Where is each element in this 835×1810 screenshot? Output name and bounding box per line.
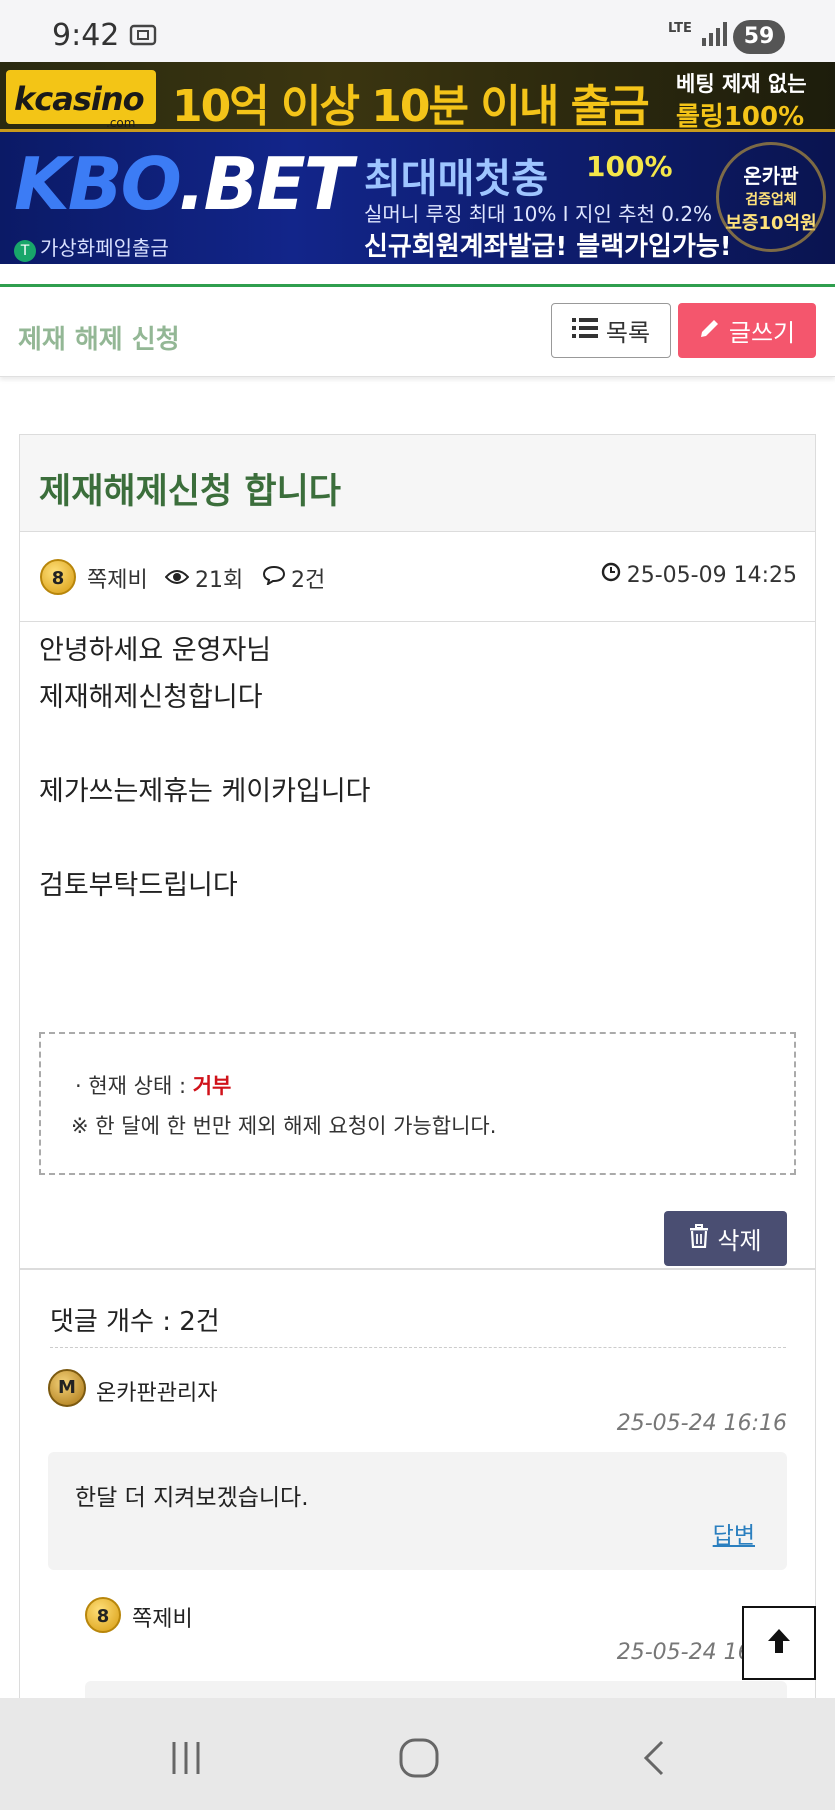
admin-badge-icon: M xyxy=(48,1369,86,1407)
battery-indicator: 59 xyxy=(733,20,785,54)
signal-icon xyxy=(700,20,728,52)
comment-text: 한달 더 지켜보겠습니다. xyxy=(75,1485,309,1511)
pencil-icon xyxy=(699,317,721,345)
banner-right-line1: 베팅 제재 없는 xyxy=(676,72,807,96)
delete-button[interactable]: 삭제 xyxy=(664,1211,787,1266)
comment-bubble: 한달 더 지켜보겠습니다. 답변 xyxy=(48,1452,787,1570)
list-button[interactable]: 목록 xyxy=(551,303,671,358)
content-line xyxy=(39,721,799,768)
ad-banner-kcasino[interactable]: kcasino .com 10억 이상 10분 이내 출금 베팅 제재 없는 롤… xyxy=(0,62,835,132)
eye-icon xyxy=(164,566,190,591)
write-button[interactable]: 글쓰기 xyxy=(678,303,816,358)
network-type: LTE xyxy=(668,21,692,36)
status-time: 9:42 xyxy=(52,18,120,53)
kbobet-logo: KBO.BET xyxy=(14,142,353,226)
status-note: ※ 한 달에 한 번만 제외 해제 요청이 가능합니다. xyxy=(71,1114,497,1138)
banner-headline: 10억 이상 10분 이내 출금 xyxy=(172,81,650,132)
content-line: 제재해제신청합니다 xyxy=(39,682,263,713)
level-badge-icon: 8 xyxy=(40,559,76,595)
t-coin-icon: T xyxy=(14,240,36,262)
board-title: 제재 해제 신청 xyxy=(18,325,180,355)
list-icon xyxy=(571,317,598,345)
trash-icon xyxy=(689,1223,709,1254)
content-line: 검토부탁드립니다 xyxy=(39,870,238,901)
post-views: 21회 xyxy=(164,562,243,594)
content-line xyxy=(39,815,799,862)
post-date: 25-05-09 14:25 xyxy=(601,562,797,588)
recent-apps-icon[interactable] xyxy=(156,1728,216,1788)
post-title-bar: 제재해제신청 합니다 xyxy=(20,435,815,532)
comment-bubble-icon xyxy=(262,565,286,591)
guarantee-badge: 온카판 검증업체 보증10억원 xyxy=(716,142,826,252)
scroll-top-button[interactable] xyxy=(742,1606,816,1680)
request-status-box: · 현재 상태 : 거부 ※ 한 달에 한 번만 제외 해제 요청이 가능합니다… xyxy=(39,1032,796,1175)
banner-percent: 100% xyxy=(586,150,673,183)
banner-tagline: T 가상화페입출금 xyxy=(14,232,169,262)
content-line: 제가쓰는제휴는 케이카입니다 xyxy=(39,776,371,807)
comment-author[interactable]: 쪽제비 xyxy=(132,1601,193,1633)
content-line: 안녕하세요 운영자님 xyxy=(39,635,272,666)
post-author[interactable]: 쪽제비 xyxy=(87,562,148,594)
post-title: 제재해제신청 합니다 xyxy=(39,472,341,512)
banner-subline: 실머니 루징 최대 10% I 지인 추천 0.2% xyxy=(364,202,713,226)
board-header: 제재 해제 신청 목록 글쓰기 xyxy=(0,287,835,377)
comment-date: 25-05-24 16:16 xyxy=(616,1411,787,1436)
comment-count: 댓글 개수 : 2건 xyxy=(50,1307,220,1337)
current-status: · 현재 상태 : 거부 xyxy=(75,1074,232,1098)
home-icon[interactable] xyxy=(389,1728,449,1788)
comment-author[interactable]: 온카판관리자 xyxy=(96,1375,217,1407)
back-icon[interactable] xyxy=(624,1728,684,1788)
banner-right-line2: 롤링100% xyxy=(676,102,805,132)
clock-icon xyxy=(601,562,621,588)
post-comment-count: 2건 xyxy=(262,562,325,594)
banner-headline: 최대매첫충 xyxy=(364,156,548,202)
arrow-up-icon xyxy=(764,1626,794,1660)
post-separator xyxy=(20,1268,815,1270)
post-content: 안녕하세요 운영자님 제재해제신청합니다 제가쓰는제휴는 케이카입니다 검토부탁… xyxy=(39,627,799,909)
reply-link[interactable]: 답변 xyxy=(713,1516,755,1550)
status-value: 거부 xyxy=(192,1074,232,1098)
system-nav-bar xyxy=(0,1698,835,1810)
screenshot-icon xyxy=(128,20,158,54)
status-bar: 9:42 LTE 59 xyxy=(0,0,835,62)
kcasino-logo: kcasino .com xyxy=(6,70,156,129)
level-badge-icon: 8 xyxy=(85,1597,121,1633)
comment-divider xyxy=(50,1347,786,1348)
post-meta: 8 쪽제비 21회 2건 25-05-09 14:25 xyxy=(20,532,815,622)
ad-banner-kbobet[interactable]: KBO.BET T 가상화페입출금 최대매첫충 100% 실머니 루징 최대 10… xyxy=(0,132,835,264)
banner-cta: 신규회원계좌발급! 블랙가입가능! xyxy=(364,232,732,262)
post-card: 제재해제신청 합니다 8 쪽제비 21회 2건 25-05-09 14:25 안… xyxy=(19,434,816,1721)
